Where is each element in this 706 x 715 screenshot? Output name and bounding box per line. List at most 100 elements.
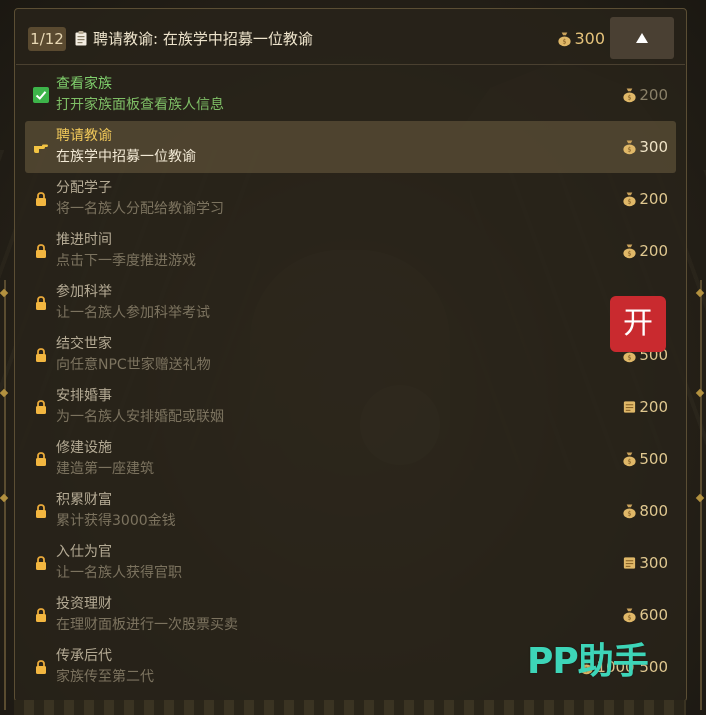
- task-name: 查看家族: [56, 76, 112, 92]
- task-name: 参加科举: [56, 284, 112, 300]
- task-reward-value: 600: [639, 606, 668, 624]
- task-name: 安排婚事: [56, 388, 112, 404]
- money-bag-icon: $: [623, 140, 636, 155]
- money-bag-icon: $: [558, 32, 572, 47]
- lock-icon: [36, 244, 46, 258]
- task-item[interactable]: 参加科举让一名族人参加科举考试: [25, 277, 676, 329]
- svg-text:$: $: [628, 198, 632, 206]
- task-reward: $500: [622, 449, 668, 469]
- task-reward: $600: [622, 605, 668, 625]
- task-item[interactable]: 查看家族打开家族面板查看族人信息 $200: [25, 69, 676, 121]
- pointing-hand-icon: [34, 144, 48, 153]
- task-name: 投资理财: [56, 596, 112, 612]
- lock-icon: [36, 348, 46, 362]
- svg-text:$: $: [628, 614, 632, 622]
- task-item[interactable]: 投资理财在理财面板进行一次股票买卖 $600: [25, 589, 676, 641]
- svg-text:$: $: [628, 250, 632, 258]
- money-bag-icon: $: [623, 192, 636, 207]
- task-reward: $200: [622, 241, 668, 261]
- current-task-reward: $ 300: [557, 29, 605, 49]
- task-reward-value: 200: [639, 242, 668, 260]
- border-ornament: [695, 493, 705, 503]
- game-screen: 1/12 聘请教谕: 在族学中招募一位教谕 $ 300 查看家族 打开家族面板查…: [0, 0, 706, 715]
- task-reward: $800: [622, 501, 668, 521]
- svg-text:$: $: [563, 38, 567, 46]
- task-description: 家族传至第二代: [56, 669, 154, 685]
- svg-text:$: $: [628, 354, 632, 362]
- lock-icon: [36, 504, 46, 518]
- task-reward-value: 300: [639, 554, 668, 572]
- task-item[interactable]: 修建设施建造第一座建筑 $500: [25, 433, 676, 485]
- task-reward-value: 300: [639, 138, 668, 156]
- open-button[interactable]: 开: [610, 296, 666, 352]
- task-name: 推进时间: [56, 232, 112, 248]
- triangle-up-icon: [636, 33, 648, 43]
- lock-icon: [36, 556, 46, 570]
- task-name: 传承后代: [56, 648, 112, 664]
- lock-icon: [36, 296, 46, 310]
- task-description: 将一名族人分配给教谕学习: [56, 201, 224, 217]
- task-name: 聘请教谕: [56, 128, 112, 144]
- lock-icon: [36, 400, 46, 414]
- task-reward-value: 800: [639, 502, 668, 520]
- money-bag-icon: $: [623, 608, 636, 623]
- task-description: 点击下一季度推进游戏: [56, 253, 196, 269]
- watermark-logo: PP助手: [527, 641, 649, 682]
- task-item[interactable]: 积累财富累计获得3000金钱 $800: [25, 485, 676, 537]
- current-task-title: 聘请教谕: 在族学中招募一位教谕: [93, 30, 313, 48]
- task-reward: $300: [622, 137, 668, 157]
- task-description: 在族学中招募一位教谕: [56, 149, 196, 165]
- money-bag-icon: $: [623, 88, 636, 103]
- task-reward: 200: [622, 397, 668, 417]
- lock-icon: [36, 192, 46, 206]
- task-item[interactable]: 入仕为官让一名族人获得官职 300: [25, 537, 676, 589]
- task-list: 查看家族打开家族面板查看族人信息 $200 聘请教谕在族学中招募一位教谕 $300 分配…: [15, 69, 686, 693]
- task-item[interactable]: 安排婚事为一名族人安排婚配或联姻 200: [25, 381, 676, 433]
- money-bag-icon: $: [623, 244, 636, 259]
- task-item[interactable]: 分配学子将一名族人分配给教谕学习 $200: [25, 173, 676, 225]
- task-description: 累计获得3000金钱: [56, 513, 176, 529]
- scroll-icon: [624, 401, 636, 413]
- task-item[interactable]: 推进时间点击下一季度推进游戏 $200: [25, 225, 676, 277]
- task-reward-value: 200: [639, 190, 668, 208]
- svg-text:$: $: [628, 458, 632, 466]
- task-description: 在理财面板进行一次股票买卖: [56, 617, 238, 633]
- task-description: 建造第一座建筑: [56, 461, 154, 477]
- task-reward: $200: [622, 189, 668, 209]
- money-bag-icon: $: [623, 452, 636, 467]
- task-description: 打开家族面板查看族人信息: [56, 97, 224, 113]
- task-description: 让一名族人参加科举考试: [56, 305, 210, 321]
- svg-text:$: $: [628, 146, 632, 154]
- task-description: 让一名族人获得官职: [56, 565, 182, 581]
- scroll-icon: [624, 557, 636, 569]
- task-reward: $200: [622, 85, 668, 105]
- task-item[interactable]: 结交世家 向任意NPC世家赠送礼物 $500: [25, 329, 676, 381]
- bottom-scroll-edge: [14, 700, 686, 715]
- task-reward-value: 500: [639, 450, 668, 468]
- task-description: 向任意NPC世家赠送礼物: [56, 357, 211, 373]
- task-name: 分配学子: [56, 180, 112, 196]
- border-ornament: [0, 493, 9, 503]
- checkmark-icon: [33, 87, 49, 103]
- lock-icon: [36, 608, 46, 622]
- task-panel-header[interactable]: 1/12 聘请教谕: 在族学中招募一位教谕 $ 300: [16, 10, 685, 65]
- money-bag-icon: $: [623, 504, 636, 519]
- task-counter: 1/12: [28, 27, 66, 51]
- task-item[interactable]: 聘请教谕在族学中招募一位教谕 $300: [25, 121, 676, 173]
- task-name: 结交世家: [56, 336, 112, 352]
- task-reward: 300: [622, 553, 668, 573]
- task-name: 积累财富: [56, 492, 112, 508]
- task-name: 修建设施: [56, 440, 112, 456]
- task-panel: 1/12 聘请教谕: 在族学中招募一位教谕 $ 300 查看家族 打开家族面板查…: [14, 8, 687, 702]
- task-name: 入仕为官: [56, 544, 112, 560]
- clipboard-icon: [75, 31, 87, 46]
- task-description: 为一名族人安排婚配或联姻: [56, 409, 224, 425]
- lock-icon: [36, 452, 46, 466]
- lock-icon: [36, 660, 46, 674]
- svg-text:$: $: [628, 510, 632, 518]
- task-reward-value: 200: [639, 398, 668, 416]
- task-reward-value: 200: [639, 86, 668, 104]
- svg-text:$: $: [628, 94, 632, 102]
- current-task-reward-value: 300: [574, 29, 605, 48]
- collapse-button[interactable]: [610, 17, 674, 59]
